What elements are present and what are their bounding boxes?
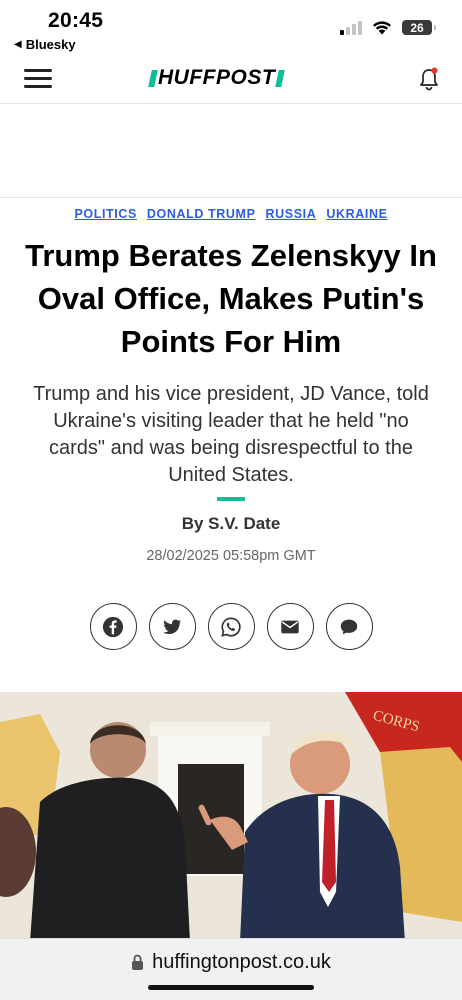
notification-bell-icon[interactable] xyxy=(418,67,440,91)
hamburger-icon xyxy=(24,69,52,72)
article-photo[interactable]: CORPS xyxy=(0,692,462,942)
huffpost-logo[interactable]: HUFFPOST xyxy=(148,66,285,90)
logo-bar-left xyxy=(148,69,158,87)
share-comment-button[interactable] xyxy=(325,603,373,650)
ad-space xyxy=(0,104,462,198)
menu-button[interactable] xyxy=(24,69,52,89)
status-icons: 26 xyxy=(340,20,436,35)
tag-politics[interactable]: POLITICS xyxy=(74,207,136,221)
status-time: 20:45 xyxy=(48,9,104,32)
tag-ukraine[interactable]: UKRAINE xyxy=(326,207,387,221)
article-headline: Trump Berates Zelenskyy In Oval Office, … xyxy=(25,238,437,359)
back-arrow-icon: ◀ xyxy=(14,39,22,50)
browser-address-bar: huffingtonpost.co.uk xyxy=(0,938,462,1000)
url-field[interactable]: huffingtonpost.co.uk xyxy=(0,951,462,974)
article-summary: Trump and his vice president, JD Vance, … xyxy=(33,383,429,486)
home-indicator[interactable] xyxy=(148,985,314,990)
share-twitter-button[interactable] xyxy=(148,603,196,650)
email-icon xyxy=(281,620,299,633)
author-link[interactable]: S.V. Date xyxy=(208,514,280,533)
lock-icon xyxy=(132,954,144,970)
publish-timestamp: 28/02/2025 05:58pm GMT xyxy=(146,548,316,564)
accent-divider xyxy=(217,497,245,501)
share-facebook-button[interactable] xyxy=(89,603,137,650)
battery-icon: 26 xyxy=(402,20,436,35)
comment-icon xyxy=(340,619,358,634)
share-email-button[interactable] xyxy=(266,603,314,650)
share-whatsapp-button[interactable] xyxy=(207,603,255,650)
twitter-icon xyxy=(163,619,182,634)
back-app-label: Bluesky xyxy=(25,37,76,52)
article-tags: POLITICS DONALD TRUMP RUSSIA UKRAINE xyxy=(0,207,462,221)
whatsapp-icon xyxy=(221,616,241,637)
battery-level: 26 xyxy=(410,20,424,35)
photo-illustration: CORPS xyxy=(0,692,462,942)
site-header: HUFFPOST xyxy=(0,56,462,104)
logo-bar-right xyxy=(275,69,285,87)
byline: By S.V. Date xyxy=(0,514,462,534)
logo-text: HUFFPOST xyxy=(158,66,276,89)
tag-russia[interactable]: RUSSIA xyxy=(266,207,317,221)
url-text: huffingtonpost.co.uk xyxy=(152,951,331,973)
cellular-signal-icon xyxy=(340,20,362,35)
byline-prefix: By xyxy=(181,514,204,533)
wifi-icon xyxy=(373,21,391,35)
status-bar: 20:45 ◀ Bluesky 26 xyxy=(0,0,462,56)
tag-donald-trump[interactable]: DONALD TRUMP xyxy=(147,207,256,221)
back-to-app-link[interactable]: ◀ Bluesky xyxy=(14,37,76,52)
share-buttons xyxy=(0,603,462,650)
facebook-icon xyxy=(102,616,124,637)
